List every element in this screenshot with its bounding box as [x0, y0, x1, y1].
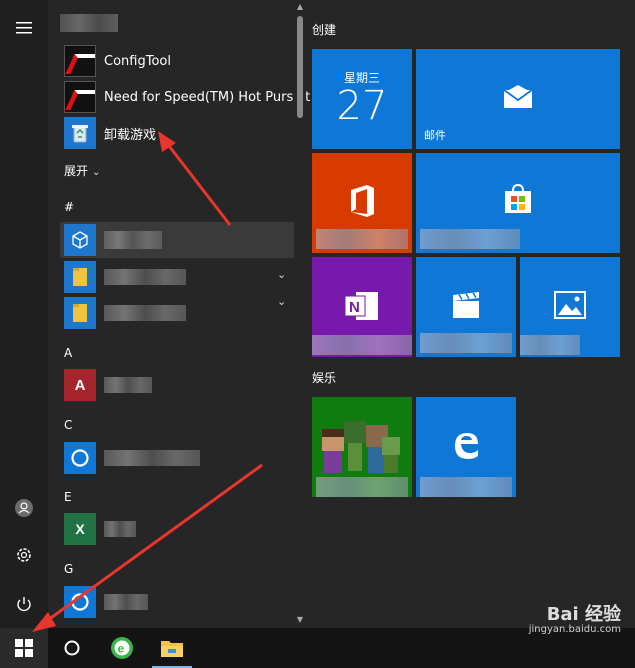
folder-item-1[interactable] [60, 259, 294, 295]
app-item-nfs-hot-pursuit[interactable]: Need for Speed(TM) Hot Pursuit [60, 79, 310, 115]
excel-icon: X [64, 513, 96, 545]
calendar-date: 27 [336, 83, 388, 129]
app-item-excel[interactable]: X [60, 511, 294, 547]
onenote-icon: N [344, 292, 378, 320]
start-button[interactable] [0, 628, 48, 668]
mail-label: 邮件 [424, 129, 446, 142]
windows-logo-icon [15, 639, 33, 657]
blurred-label [104, 231, 162, 249]
section-header-a[interactable]: A [64, 346, 72, 360]
tile-blurred-label [312, 335, 412, 355]
blurred-header [60, 14, 118, 32]
app-item-uninstall-game[interactable]: 卸载游戏 [60, 115, 294, 151]
app-list-scrollbar[interactable]: ▲ ▼ [294, 0, 306, 628]
chevron-down-icon: ⌄ [92, 167, 101, 178]
user-icon [15, 499, 33, 517]
blurred-label [104, 305, 186, 321]
scroll-up-icon[interactable]: ▲ [294, 1, 306, 13]
scroll-down-icon[interactable]: ▼ [294, 614, 306, 626]
tile-photos[interactable] [520, 257, 620, 357]
power-button[interactable] [0, 584, 48, 624]
app-item-access[interactable]: A [60, 367, 294, 403]
tile-office[interactable] [312, 153, 412, 253]
folder-icon [161, 641, 183, 657]
svg-text:N: N [349, 299, 360, 316]
cortana-icon [64, 442, 96, 474]
tile-mail[interactable]: 邮件 [416, 49, 620, 149]
gear-icon [17, 548, 31, 562]
start-menu: ConfigTool Need for Speed(TM) Hot Pursui… [0, 0, 635, 628]
blurred-label [104, 377, 152, 393]
photos-icon [554, 291, 586, 319]
tile-blurred-label [316, 477, 408, 497]
recycle-bin-icon [64, 117, 96, 149]
blurred-label [104, 594, 148, 610]
app-label: 卸载游戏 [104, 127, 157, 143]
nfs-icon [64, 81, 96, 113]
blurred-label [104, 450, 200, 466]
clapperboard-icon [453, 292, 479, 318]
edge-icon [455, 433, 478, 459]
store-bag-icon [505, 183, 531, 213]
tile-onenote[interactable]: N [312, 257, 412, 357]
watermark-logo: Bai 经验 [546, 604, 621, 625]
folder-item-2[interactable] [60, 295, 294, 331]
tile-movies[interactable] [416, 257, 516, 357]
tile-store[interactable] [416, 153, 620, 253]
app-label: Need for Speed(TM) Hot Pursuit [104, 89, 311, 105]
browser-e-icon: e [111, 637, 133, 659]
start-rail [0, 0, 48, 628]
blurred-label [104, 269, 186, 285]
expand-toggle[interactable]: 展开 ⌄ [64, 162, 100, 179]
folder-icon [64, 297, 96, 329]
office-icon [351, 185, 374, 217]
mail-icon [503, 85, 533, 108]
tile-blurred-label [420, 477, 512, 497]
taskbar-app-file-explorer[interactable] [148, 628, 196, 668]
app-item-blurred[interactable] [60, 222, 294, 258]
section-header-e[interactable]: E [64, 490, 72, 504]
hamburger-icon [16, 22, 32, 34]
svg-text:e: e [118, 642, 125, 656]
tile-group-title-create[interactable]: 创建 [312, 21, 336, 38]
tile-edge[interactable] [416, 397, 516, 497]
settings-button[interactable] [0, 535, 48, 575]
cube-icon [64, 224, 96, 256]
scroll-thumb[interactable] [297, 16, 303, 118]
nfs-icon [64, 45, 96, 77]
hamburger-menu-button[interactable] [0, 8, 48, 48]
power-icon [17, 597, 31, 612]
tile-blurred-label [420, 229, 520, 249]
tile-calendar[interactable]: 星期三 27 [312, 49, 412, 149]
blurred-label [104, 521, 136, 537]
access-icon: A [64, 369, 96, 401]
tile-blurred-label [316, 229, 408, 249]
app-icon [64, 586, 96, 618]
section-header-hash[interactable]: # [64, 200, 74, 214]
section-header-g[interactable]: G [64, 562, 73, 576]
app-item-configtool[interactable]: ConfigTool [60, 43, 294, 79]
user-account-button[interactable] [0, 488, 48, 528]
tile-blurred-label [520, 335, 580, 355]
search-cortana-button[interactable] [48, 628, 96, 668]
taskbar-app-360-browser[interactable]: e [98, 628, 146, 668]
section-header-c[interactable]: C [64, 418, 72, 432]
tile-xbox[interactable] [312, 397, 412, 497]
tile-group-title-entertainment[interactable]: 娱乐 [312, 369, 336, 386]
chevron-down-icon[interactable]: ⌄ [277, 268, 286, 281]
app-label: ConfigTool [104, 53, 171, 69]
tile-blurred-label [420, 333, 512, 353]
app-item-g[interactable] [60, 584, 294, 620]
app-item-cortana[interactable] [60, 440, 294, 476]
xbox-avatars-icon [322, 421, 400, 473]
expand-label: 展开 [64, 164, 89, 178]
watermark-url: jingyan.baidu.com [528, 624, 621, 635]
cortana-circle-icon [64, 640, 80, 656]
chevron-down-icon[interactable]: ⌄ [277, 295, 286, 308]
folder-icon [64, 261, 96, 293]
